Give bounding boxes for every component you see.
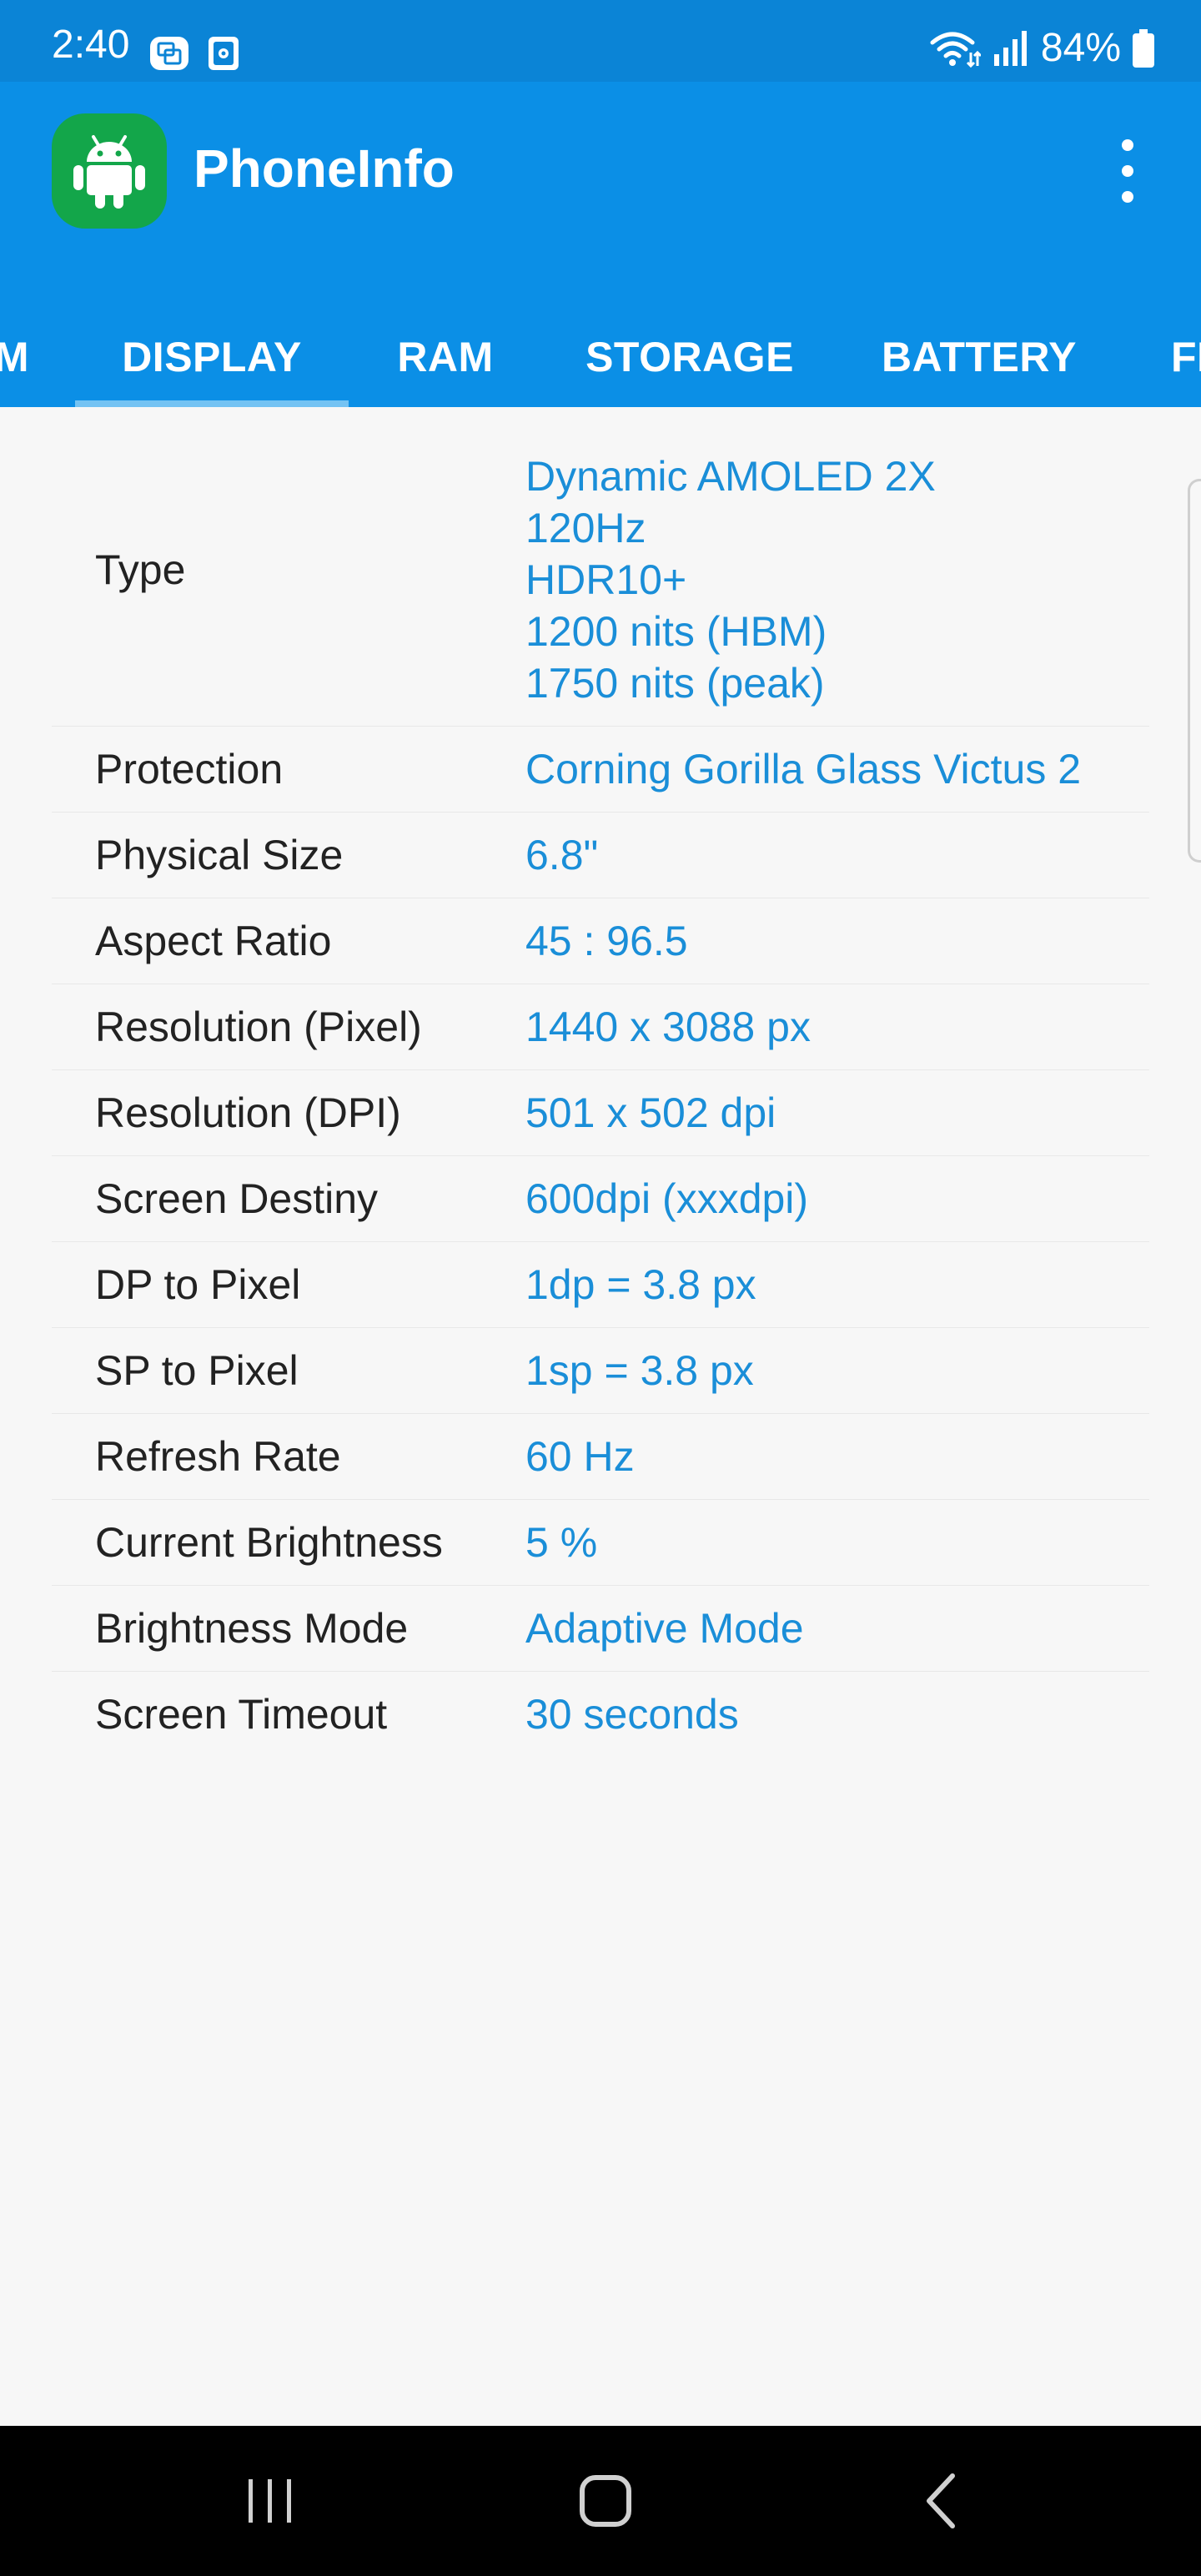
row-value-type: Dynamic AMOLED 2X 120Hz HDR10+ 1200 nits…: [525, 450, 936, 709]
row-label: Protection: [95, 746, 284, 792]
app-title: PhoneInfo: [193, 138, 455, 199]
list-item: Aspect Ratio 45 : 96.5: [52, 898, 1149, 984]
row-value: Adaptive Mode: [525, 1605, 804, 1652]
tab-indicator: [75, 400, 349, 407]
type-line: 120Hz: [525, 505, 646, 551]
type-line: 1750 nits (peak): [525, 660, 825, 707]
back-icon[interactable]: [901, 2459, 984, 2543]
tab-battery[interactable]: BATTERY: [862, 307, 1096, 407]
row-value: 60 Hz: [525, 1433, 635, 1480]
list-item: Resolution (DPI) 501 x 502 dpi: [52, 1070, 1149, 1156]
row-value: 1sp = 3.8 px: [525, 1347, 754, 1394]
android-icon: [73, 135, 145, 209]
row-value: 501 x 502 dpi: [525, 1089, 776, 1136]
tab-partial-next[interactable]: FI: [1171, 307, 1201, 407]
screen-mirror-icon: [150, 37, 188, 70]
battery-icon: [1133, 29, 1154, 68]
row-label: Resolution (DPI): [95, 1089, 401, 1136]
list-item: Resolution (Pixel) 1440 x 3088 px: [52, 984, 1149, 1070]
recents-icon[interactable]: [229, 2459, 312, 2543]
row-label: Screen Timeout: [95, 1691, 388, 1738]
tab-bar: M DISPLAY RAM STORAGE BATTERY FI: [0, 307, 1201, 407]
app-icon: [52, 113, 167, 229]
wifi-icon: [930, 32, 981, 68]
row-label: Refresh Rate: [95, 1433, 341, 1480]
row-value: 5 %: [525, 1519, 598, 1566]
list-item: Current Brightness 5 %: [52, 1500, 1149, 1586]
scrollbar[interactable]: [1188, 479, 1201, 863]
list-item: Screen Destiny 600dpi (xxxdpi): [52, 1156, 1149, 1242]
signal-icon: [993, 31, 1027, 66]
tab-storage[interactable]: STORAGE: [567, 307, 812, 407]
list-item: DP to Pixel 1dp = 3.8 px: [52, 1242, 1149, 1328]
type-line: Dynamic AMOLED 2X: [525, 453, 936, 500]
list-item: Refresh Rate 60 Hz: [52, 1414, 1149, 1500]
row-value: 1dp = 3.8 px: [525, 1261, 756, 1308]
display-info-list: Type Dynamic AMOLED 2X 120Hz HDR10+ 1200…: [52, 407, 1149, 1757]
row-label: DP to Pixel: [95, 1261, 301, 1308]
tab-ram[interactable]: RAM: [374, 307, 517, 407]
list-item: Protection Corning Gorilla Glass Victus …: [52, 727, 1149, 813]
app-notification-icon: [209, 37, 239, 70]
status-time: 2:40: [52, 23, 130, 67]
row-value: 1440 x 3088 px: [525, 1004, 811, 1050]
navigation-bar: [0, 2426, 1201, 2576]
status-bar: 2:40 84%: [0, 0, 1201, 82]
row-label-type: Type: [95, 546, 186, 593]
list-item: Brightness Mode Adaptive Mode: [52, 1586, 1149, 1672]
list-item: SP to Pixel 1sp = 3.8 px: [52, 1328, 1149, 1414]
app-bar: PhoneInfo M DISPLAY RAM STORAGE BATTERY …: [0, 82, 1201, 407]
tab-display[interactable]: DISPLAY: [75, 307, 349, 407]
row-label: Resolution (Pixel): [95, 1004, 422, 1050]
list-item: Screen Timeout 30 seconds: [52, 1672, 1149, 1757]
row-label: Current Brightness: [95, 1519, 443, 1566]
row-label: Screen Destiny: [95, 1175, 379, 1222]
row-value: 30 seconds: [525, 1691, 739, 1738]
row-label: SP to Pixel: [95, 1347, 299, 1394]
row-label: Brightness Mode: [95, 1605, 409, 1652]
row-value: 6.8": [525, 832, 599, 878]
home-icon[interactable]: [564, 2459, 647, 2543]
tab-cpu-partial[interactable]: M: [0, 307, 29, 407]
more-vertical-icon[interactable]: [1103, 133, 1153, 209]
list-item: Physical Size 6.8": [52, 813, 1149, 898]
list-item: Type Dynamic AMOLED 2X 120Hz HDR10+ 1200…: [52, 407, 1149, 727]
row-value: Corning Gorilla Glass Victus 2: [525, 746, 1082, 792]
row-label: Aspect Ratio: [95, 918, 332, 964]
row-value: 600dpi (xxxdpi): [525, 1175, 809, 1222]
type-line: HDR10+: [525, 556, 687, 603]
battery-percent: 84%: [1040, 26, 1121, 70]
row-label: Physical Size: [95, 832, 344, 878]
status-icons: 84%: [929, 25, 1154, 72]
row-value: 45 : 96.5: [525, 918, 688, 964]
type-line: 1200 nits (HBM): [525, 608, 827, 655]
